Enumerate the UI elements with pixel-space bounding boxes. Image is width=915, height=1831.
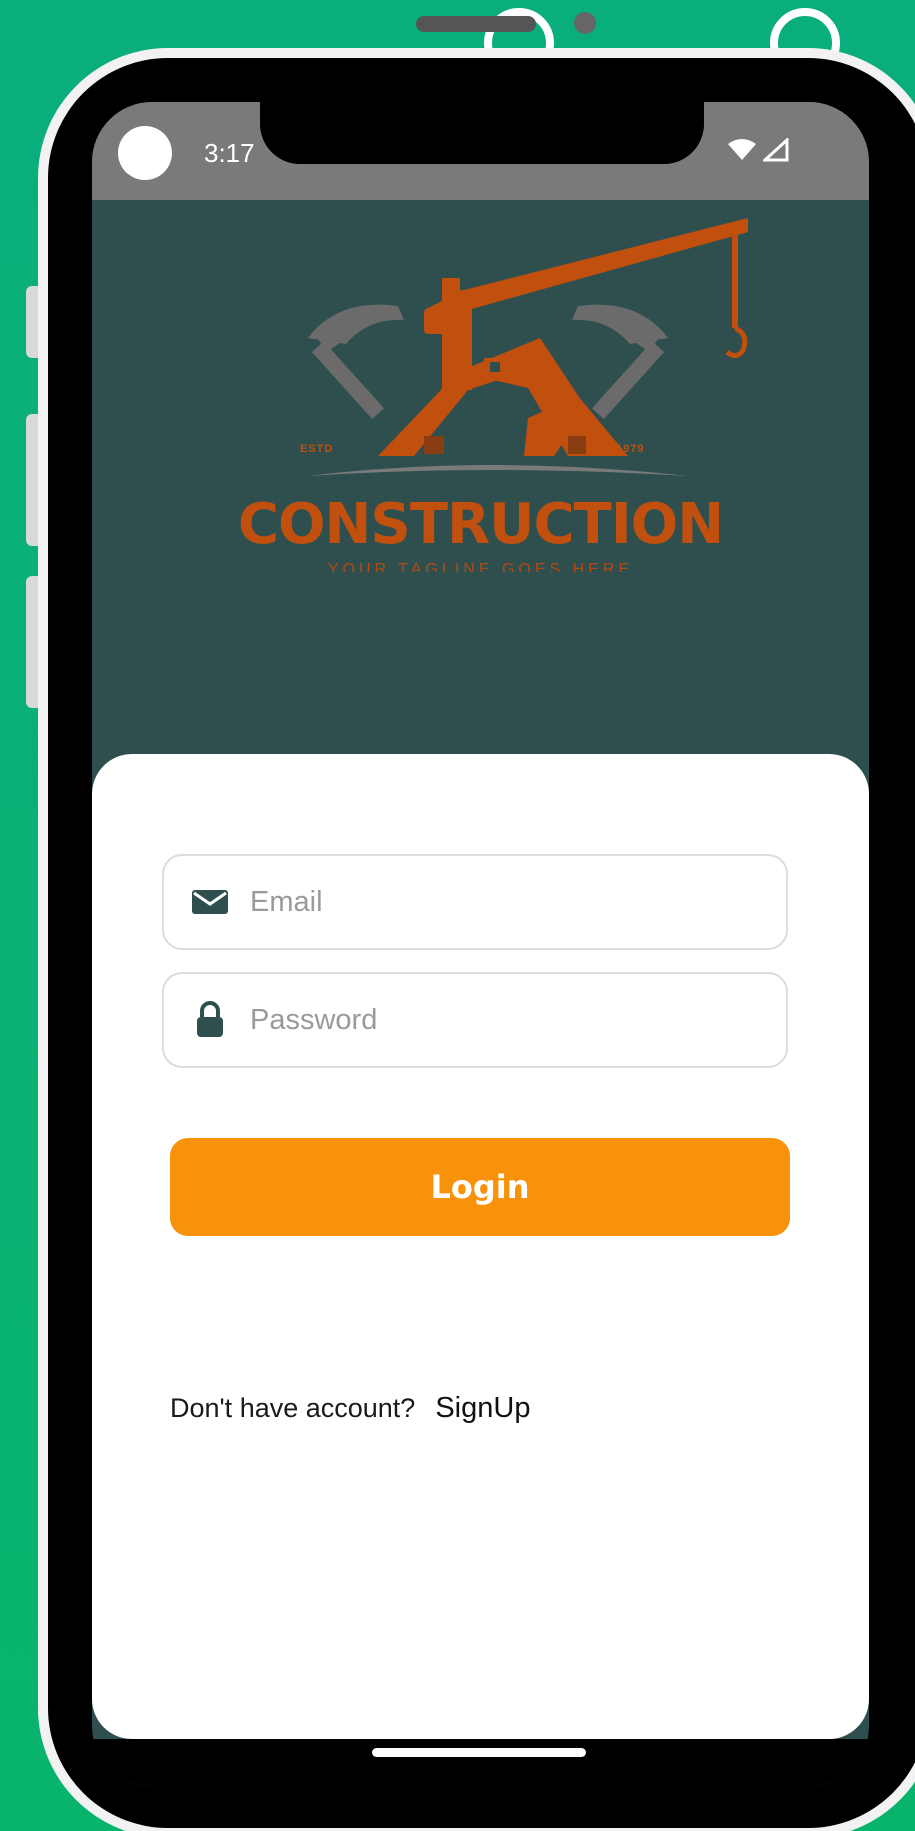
password-field[interactable] [162, 972, 788, 1068]
email-field[interactable] [162, 854, 788, 950]
status-icons [727, 136, 789, 167]
login-button[interactable]: Login [170, 1138, 790, 1236]
envelope-icon [190, 888, 230, 916]
wifi-icon [727, 138, 757, 167]
status-notification-dot [118, 126, 172, 180]
logo-wordmark: CONSTRUCTION [237, 492, 724, 557]
phone-notch [260, 102, 704, 164]
email-input[interactable] [248, 884, 786, 920]
login-card: Login Don't have account? SignUp [92, 754, 869, 1739]
notch-speaker [416, 16, 536, 32]
front-camera-icon [574, 12, 596, 34]
signup-row: Don't have account? SignUp [170, 1392, 530, 1425]
logo-year-label: 1979 [616, 443, 645, 455]
construction-logo-icon [308, 218, 748, 476]
app-screen: 3:17 ESTD 1979 CONSTRUCTION YOUR TAGLINE… [92, 102, 869, 1786]
signup-link[interactable]: SignUp [435, 1392, 530, 1425]
logo-tagline: YOUR TAGLINE GOES HERE [327, 561, 634, 572]
password-input[interactable] [248, 1002, 786, 1038]
home-indicator[interactable] [372, 1748, 586, 1757]
signup-prompt: Don't have account? [170, 1393, 416, 1423]
logo-estd-label: ESTD [300, 443, 334, 455]
status-time: 3:17 [204, 138, 255, 168]
logo-header: ESTD 1979 CONSTRUCTION YOUR TAGLINE GOES… [92, 200, 869, 720]
bottom-bar [92, 1739, 869, 1786]
signal-icon [761, 136, 789, 167]
lock-icon [190, 1001, 230, 1039]
